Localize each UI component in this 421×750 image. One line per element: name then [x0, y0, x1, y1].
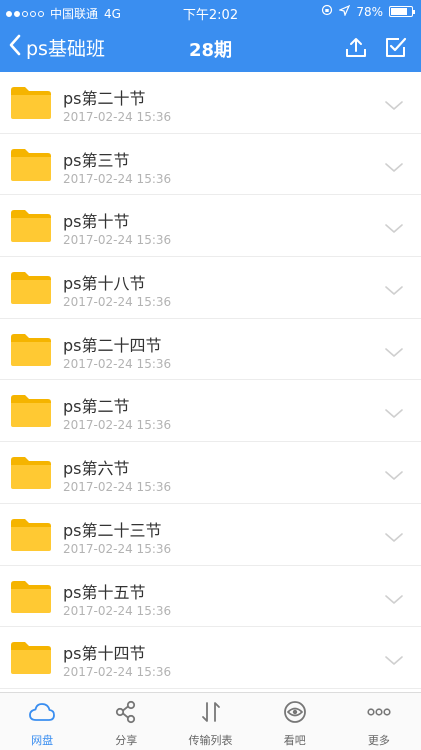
folder-name: ps第十五节 — [63, 582, 146, 602]
battery-fill — [391, 8, 407, 15]
folder-icon — [10, 518, 52, 556]
folder-name: ps第二节 — [63, 397, 130, 417]
folder-date: 2017-02-24 15:36 — [63, 480, 172, 495]
folder-row[interactable]: ps第二十三节 2017-02-24 15:36 — [0, 504, 421, 566]
folder-date: 2017-02-24 15:36 — [63, 356, 172, 371]
chevron-down-icon[interactable] — [385, 404, 403, 423]
tab-share[interactable]: 分享 — [84, 693, 168, 750]
select-button[interactable] — [385, 36, 407, 62]
chevron-down-icon[interactable] — [385, 528, 403, 547]
tab-more[interactable]: 更多 — [337, 693, 421, 750]
tab-cloud[interactable]: 网盘 — [0, 693, 84, 750]
folder-row[interactable]: ps第三节 2017-02-24 15:36 — [0, 134, 421, 196]
folder-name: ps第六节 — [63, 459, 130, 479]
chevron-left-icon — [8, 34, 22, 61]
folder-icon — [10, 641, 52, 679]
chevron-down-icon[interactable] — [385, 466, 403, 485]
folder-name: ps第二十四节 — [63, 335, 162, 355]
folder-date: 2017-02-24 15:36 — [63, 541, 172, 556]
location-icon — [338, 4, 351, 19]
folder-date: 2017-02-24 15:36 — [63, 295, 172, 310]
folder-icon — [10, 333, 52, 371]
nav-actions — [345, 36, 407, 62]
transfer-icon — [198, 700, 224, 728]
folder-row[interactable]: ps第十五节 2017-02-24 15:36 — [0, 566, 421, 628]
chevron-down-icon[interactable] — [385, 590, 403, 609]
folder-row[interactable]: ps第二十四节 2017-02-24 15:36 — [0, 319, 421, 381]
back-button[interactable]: ps基础班 — [8, 34, 105, 61]
folder-date: 2017-02-24 15:36 — [63, 603, 172, 618]
folder-icon — [10, 456, 52, 494]
chevron-down-icon[interactable] — [385, 158, 403, 177]
chevron-down-icon[interactable] — [385, 343, 403, 362]
folder-row[interactable]: ps第十四节 2017-02-24 15:36 — [0, 627, 421, 689]
checkbox-icon — [386, 37, 407, 57]
folder-date: 2017-02-24 15:36 — [63, 171, 172, 186]
battery-icon — [389, 6, 415, 17]
tab-label: 传输列表 — [188, 734, 233, 747]
tab-label: 更多 — [367, 734, 390, 747]
folder-date: 2017-02-24 15:36 — [63, 233, 172, 248]
upload-button[interactable] — [345, 36, 367, 62]
folder-date: 2017-02-24 15:36 — [63, 665, 172, 680]
folder-row[interactable]: ps第六节 2017-02-24 15:36 — [0, 442, 421, 504]
chevron-down-icon[interactable] — [385, 96, 403, 115]
folder-list: ps第二十节 2017-02-24 15:36 ps第三节 2017-02-24 15… — [0, 72, 421, 692]
tab-label: 看吧 — [283, 734, 306, 747]
eye-icon — [282, 700, 308, 728]
chevron-down-icon[interactable] — [385, 281, 403, 300]
folder-row[interactable]: ps第二十节 2017-02-24 15:36 — [0, 72, 421, 134]
folder-name: ps第二十三节 — [63, 520, 162, 540]
folder-row[interactable]: ps第二节 2017-02-24 15:36 — [0, 380, 421, 443]
status-bar: 中国联通 4G 下午2:02 78% — [0, 0, 421, 24]
battery-percent: 78% — [356, 4, 383, 19]
upload-icon — [346, 38, 366, 57]
folder-name: ps第十节 — [63, 212, 130, 232]
tab-label: 分享 — [115, 734, 138, 747]
folder-row[interactable]: ps第十节 2017-02-24 15:36 — [0, 195, 421, 258]
cloud-icon — [28, 700, 56, 728]
tab-transfer[interactable]: 传输列表 — [168, 693, 252, 750]
folder-icon — [10, 148, 52, 186]
folder-name: ps第三节 — [63, 150, 130, 170]
tab-eye[interactable]: 看吧 — [253, 693, 337, 750]
status-right: 78% — [321, 4, 415, 19]
folder-name: ps第二十节 — [63, 89, 146, 108]
tab-bar: 网盘 分享 传输列表 看吧 更多 — [0, 692, 421, 750]
folder-icon — [10, 271, 52, 309]
folder-icon — [10, 86, 52, 124]
nav-bar: ps基础班 28期 — [0, 24, 421, 72]
folder-date: 2017-02-24 15:36 — [63, 418, 172, 433]
folder-name: ps第十四节 — [63, 644, 146, 664]
folder-icon — [10, 209, 52, 247]
folder-icon — [10, 394, 52, 432]
more-icon — [365, 700, 393, 728]
share-icon — [113, 700, 139, 728]
folder-icon — [10, 580, 52, 618]
chevron-down-icon[interactable] — [385, 219, 403, 238]
folder-row[interactable]: ps第十八节 2017-02-24 15:36 — [0, 257, 421, 319]
rotation-lock-icon — [321, 4, 333, 19]
folder-name: ps第十八节 — [63, 274, 146, 294]
folder-date: 2017-02-24 15:36 — [63, 110, 172, 124]
chevron-down-icon[interactable] — [385, 651, 403, 670]
tab-label: 网盘 — [31, 734, 54, 747]
back-label: ps基础班 — [26, 38, 105, 60]
